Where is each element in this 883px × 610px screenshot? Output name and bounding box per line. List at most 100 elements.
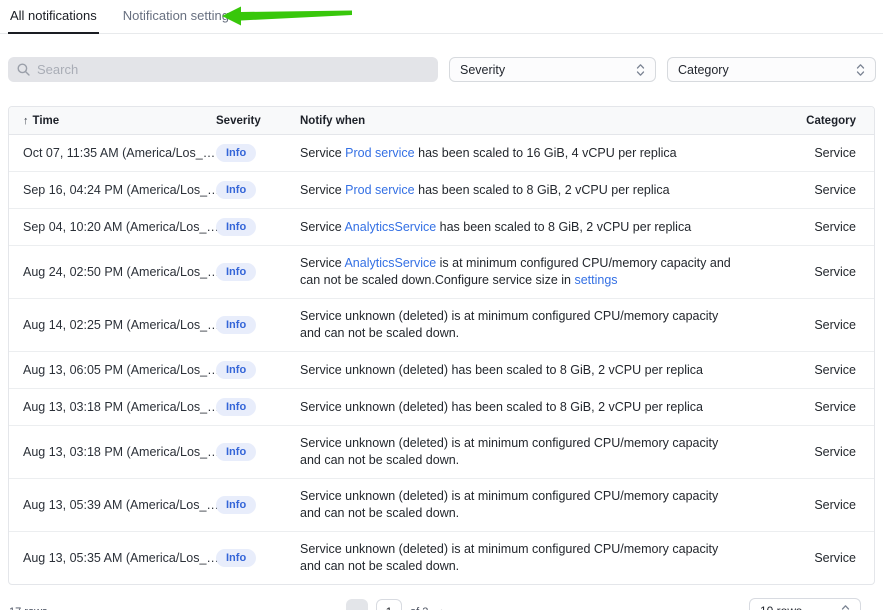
table-row: Sep 04, 10:20 AM (America/Los_… Info Ser… — [9, 208, 874, 245]
cell-severity: Info — [216, 307, 300, 343]
notify-text: has been scaled to 8 GiB, 2 vCPU per rep… — [436, 220, 691, 234]
cell-notify: Service unknown (deleted) is at minimum … — [300, 299, 766, 351]
notify-text: has been scaled to 16 GiB, 4 vCPU per re… — [415, 146, 677, 160]
severity-filter-select[interactable]: Severity — [449, 57, 656, 82]
severity-badge: Info — [216, 549, 256, 567]
cell-severity: Info — [216, 172, 300, 208]
sort-asc-icon: ↑ — [23, 115, 29, 127]
table-row: Oct 07, 11:35 AM (America/Los_… Info Ser… — [9, 135, 874, 171]
table-footer: 17 rows ‹ of 2 › 10 rows — [0, 598, 883, 610]
table-body: Oct 07, 11:35 AM (America/Los_… Info Ser… — [9, 135, 874, 584]
cell-category: Service — [766, 541, 856, 576]
severity-filter-label: Severity — [460, 63, 505, 77]
category-filter-select[interactable]: Category — [667, 57, 876, 82]
notify-text: Service — [300, 183, 345, 197]
notify-link[interactable]: AnalyticsService — [344, 220, 436, 234]
severity-badge: Info — [216, 496, 256, 514]
cell-notify: Service AnalyticsService is at minimum c… — [300, 246, 766, 298]
cell-category: Service — [766, 390, 856, 425]
search-input[interactable] — [37, 62, 429, 77]
notify-text: Service — [300, 220, 344, 234]
severity-badge: Info — [216, 181, 256, 199]
page-number-input[interactable] — [376, 599, 402, 610]
notify-text: Service — [300, 256, 344, 270]
notify-text: Service unknown (deleted) is at minimum … — [300, 489, 718, 520]
cell-category: Service — [766, 353, 856, 388]
page-size-select[interactable]: 10 rows — [749, 598, 861, 610]
chevron-updown-icon — [636, 63, 645, 77]
severity-badge: Info — [216, 398, 256, 416]
cell-category: Service — [766, 255, 856, 290]
column-header-notify-when: Notify when — [300, 115, 766, 127]
cell-category: Service — [766, 435, 856, 470]
table-row: Aug 13, 05:35 AM (America/Los_… Info Ser… — [9, 531, 874, 584]
notify-link[interactable]: AnalyticsService — [344, 256, 436, 270]
next-page-button[interactable]: › — [436, 604, 448, 610]
cell-time: Sep 16, 04:24 PM (America/Los_… — [23, 173, 216, 208]
tab-all-notifications[interactable]: All notifications — [8, 0, 99, 34]
cell-time: Aug 13, 03:18 PM (America/Los_… — [23, 390, 216, 425]
search-icon — [17, 63, 30, 76]
cell-notify: Service unknown (deleted) is at minimum … — [300, 532, 766, 584]
table-header-row: ↑ Time Severity Notify when Category — [9, 107, 874, 135]
cell-category: Service — [766, 488, 856, 523]
cell-category: Service — [766, 173, 856, 208]
page-of-label: of 2 — [410, 606, 428, 610]
notify-text: Service unknown (deleted) is at minimum … — [300, 436, 718, 467]
table-row: Aug 13, 03:18 PM (America/Los_… Info Ser… — [9, 425, 874, 478]
severity-badge: Info — [216, 218, 256, 236]
cell-severity: Info — [216, 352, 300, 388]
cell-time: Aug 13, 03:18 PM (America/Los_… — [23, 435, 216, 470]
notify-text: Service unknown (deleted) is at minimum … — [300, 309, 718, 340]
search-box[interactable] — [8, 57, 438, 82]
cell-time: Aug 13, 06:05 PM (America/Los_… — [23, 353, 216, 388]
cell-time: Oct 07, 11:35 AM (America/Los_… — [23, 136, 216, 171]
cell-time: Sep 04, 10:20 AM (America/Los_… — [23, 210, 216, 245]
notify-text: Service unknown (deleted) has been scale… — [300, 400, 703, 414]
notify-text: has been scaled to 8 GiB, 2 vCPU per rep… — [415, 183, 670, 197]
annotation-arrow-icon — [210, 3, 360, 33]
cell-severity: Info — [216, 209, 300, 245]
severity-badge: Info — [216, 361, 256, 379]
cell-notify: Service Prod service has been scaled to … — [300, 173, 766, 208]
cell-time: Aug 14, 02:25 PM (America/Los_… — [23, 308, 216, 343]
chevron-updown-icon — [856, 63, 865, 77]
cell-severity: Info — [216, 487, 300, 523]
table-row: Aug 24, 02:50 PM (America/Los_… Info Ser… — [9, 245, 874, 298]
severity-badge: Info — [216, 144, 256, 162]
table-row: Aug 13, 06:05 PM (America/Los_… Info Ser… — [9, 351, 874, 388]
cell-time: Aug 24, 02:50 PM (America/Los_… — [23, 255, 216, 290]
table-row: Sep 16, 04:24 PM (America/Los_… Info Ser… — [9, 171, 874, 208]
tab-bar: All notifications Notification settings — [0, 0, 883, 34]
cell-notify: Service unknown (deleted) is at minimum … — [300, 479, 766, 531]
notify-link[interactable]: Prod service — [345, 183, 414, 197]
cell-notify: Service unknown (deleted) is at minimum … — [300, 426, 766, 478]
table-row: Aug 13, 05:39 AM (America/Los_… Info Ser… — [9, 478, 874, 531]
cell-category: Service — [766, 308, 856, 343]
notify-text: Service — [300, 146, 345, 160]
pagination: ‹ of 2 › — [346, 598, 449, 610]
notify-text: Service unknown (deleted) has been scale… — [300, 363, 703, 377]
row-count: 17 rows — [9, 606, 48, 610]
cell-time: Aug 13, 05:39 AM (America/Los_… — [23, 488, 216, 523]
table-row: Aug 14, 02:25 PM (America/Los_… Info Ser… — [9, 298, 874, 351]
page-size-value: 10 rows — [760, 604, 802, 610]
severity-badge: Info — [216, 316, 256, 334]
notify-text: Service unknown (deleted) is at minimum … — [300, 542, 718, 573]
column-header-time[interactable]: ↑ Time — [23, 115, 216, 127]
severity-badge: Info — [216, 443, 256, 461]
column-header-time-label: Time — [33, 115, 60, 127]
prev-page-button[interactable]: ‹ — [346, 599, 368, 610]
chevron-updown-icon — [841, 604, 850, 610]
cell-severity: Info — [216, 434, 300, 470]
cell-severity: Info — [216, 135, 300, 171]
category-filter-label: Category — [678, 63, 729, 77]
cell-category: Service — [766, 210, 856, 245]
notify-link[interactable]: Prod service — [345, 146, 414, 160]
cell-time: Aug 13, 05:35 AM (America/Los_… — [23, 541, 216, 576]
column-header-category: Category — [766, 115, 856, 127]
cell-notify: Service unknown (deleted) has been scale… — [300, 353, 766, 388]
notify-link[interactable]: settings — [574, 273, 617, 287]
column-header-severity: Severity — [216, 115, 300, 127]
table-row: Aug 13, 03:18 PM (America/Los_… Info Ser… — [9, 388, 874, 425]
